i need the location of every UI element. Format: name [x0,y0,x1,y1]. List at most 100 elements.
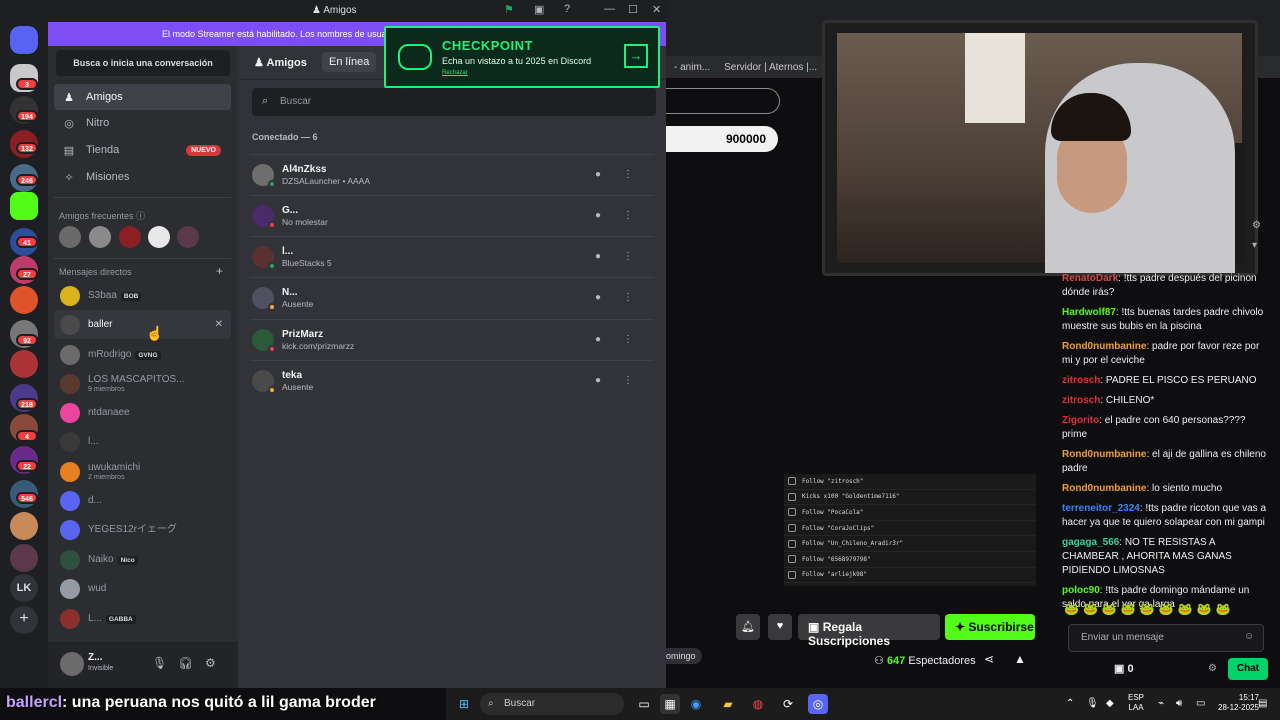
message-icon[interactable]: ● [588,247,608,267]
network-icon[interactable]: ⌁ [1158,698,1164,709]
more-icon[interactable]: ⋮ [618,371,638,391]
category-tag[interactable]: omingo [660,648,702,664]
game-input-pill[interactable] [666,88,780,114]
message-icon[interactable]: ● [588,371,608,391]
minimize-button[interactable]: — [604,3,615,15]
language-indicator[interactable]: ESP LAA [1128,693,1144,713]
follow-heart-button[interactable]: ♥ [768,614,792,640]
clock[interactable]: 15:17 28-12-2025 [1218,693,1259,713]
emote-row[interactable]: 🐸 🐸 🐸 🐸 🐸 🐸 🐸 🐸 🐸 [1064,602,1278,620]
arrow-right-icon[interactable]: → [624,44,648,68]
frequent-friend-avatar[interactable] [59,226,81,248]
battery-icon[interactable]: ▭ [1196,698,1205,709]
maximize-button[interactable]: ☐ [628,3,638,16]
gear-icon[interactable]: ⚙ [205,656,216,670]
chat-input[interactable]: Enviar un mensaje [1068,624,1264,652]
emote-icon[interactable]: 🐸 [1083,602,1098,620]
dm-search-button[interactable]: Busca o inicia una conversación [56,50,230,76]
volume-icon[interactable]: 🔊︎ [1176,698,1182,709]
notifications-bell-button[interactable]: 🔔︎ [736,614,760,640]
task-view-icon[interactable]: ▭ [634,694,654,714]
headphones-icon[interactable]: 🎧︎ [178,656,193,670]
subscribe-button[interactable]: ✦ Suscribirse [945,614,1035,640]
friend-row[interactable]: teka Ausente ● ⋮ [250,360,654,401]
dm-item[interactable]: LOS MASCAPITOS... 9 miembros [54,369,231,398]
dm-item[interactable]: S3baa BOB [54,281,231,310]
app-icon[interactable]: ▦ [660,694,680,714]
gift-subs-button[interactable]: ▣ Regala Suscripciones [798,614,940,648]
nav-shop[interactable]: ▤ Tienda NUEVO [54,137,231,163]
server-icon[interactable] [10,350,38,378]
screen-icon[interactable]: ▣ [534,3,544,16]
more-icon[interactable]: ⋮ [618,288,638,308]
server-folder-lk[interactable]: LK [10,574,38,602]
chrome-icon[interactable]: ◍ [748,694,768,714]
emote-icon[interactable]: 🐸 [1140,602,1155,620]
notification-icon[interactable]: ▤ [1258,698,1267,709]
frequent-friend-avatar[interactable] [177,226,199,248]
chat-settings-icon[interactable]: ⚙ [1252,220,1266,234]
server-icon[interactable] [10,512,38,540]
nav-nitro[interactable]: ◎ Nitro [54,110,231,136]
friend-row[interactable]: PrizMarz kick.com/prizmarzz ● ⋮ [250,319,654,360]
nav-friends[interactable]: ♟ Amigos [54,84,231,110]
edge-icon[interactable]: ◉ [686,694,706,714]
taskbar-search[interactable]: Buscar [480,693,624,715]
emoji-icon[interactable]: ☺ [1244,631,1254,642]
dm-item[interactable]: L... GABBA [54,604,231,633]
emote-icon[interactable]: 🐸 [1216,602,1231,620]
chat-send-button[interactable]: Chat [1228,658,1268,680]
emote-icon[interactable]: 🐸 [1197,602,1212,620]
report-icon[interactable]: ▲ [1014,652,1026,666]
checkpoint-dismiss-link[interactable]: Rechazar [442,70,468,76]
more-icon[interactable]: ⋮ [618,206,638,226]
more-icon[interactable]: ⋮ [618,330,638,350]
server-icon[interactable] [10,544,38,572]
dm-item[interactable]: l... [54,427,231,456]
tab-online[interactable]: En línea [322,52,377,72]
emote-icon[interactable]: 🐸 [1102,602,1117,620]
add-server-button[interactable]: + [10,606,38,634]
more-icon[interactable]: ⋮ [618,165,638,185]
dm-item[interactable]: Naiko Nico [54,545,231,574]
folder-icon[interactable]: ▰ [718,694,738,714]
frequent-friend-avatar[interactable] [119,226,141,248]
share-icon[interactable]: ⋖ [984,652,994,666]
dm-item[interactable]: baller ✕ [54,310,231,339]
close-icon[interactable]: ✕ [215,319,223,330]
close-button[interactable]: ✕ [652,3,661,16]
windows-start-icon[interactable]: ⊞ [454,694,474,714]
app-icon[interactable]: ⟳ [778,694,798,714]
dm-item[interactable]: wud [54,574,231,603]
discord-taskbar-icon[interactable]: ◎ [808,694,828,714]
friend-row[interactable]: Al4nZkss DZSALauncher • AAAA ● ⋮ [250,154,654,195]
microphone-icon[interactable]: 🎙︎ [152,656,167,670]
message-icon[interactable]: ● [588,206,608,226]
dm-item[interactable]: YEGES12rイェーグ [54,515,231,544]
more-icon[interactable]: ⋮ [618,247,638,267]
kick-server-icon[interactable] [10,192,38,220]
chat-settings-gear-icon[interactable]: ⚙ [1208,663,1217,674]
chevron-up-icon[interactable]: ⌃ [1066,698,1074,709]
bookmark-item[interactable]: Servidor | Aternos |... [724,62,817,73]
frequent-friend-avatar[interactable] [89,226,111,248]
emote-icon[interactable]: 🐸 [1159,602,1174,620]
server-icon[interactable] [10,286,38,314]
message-icon[interactable]: ● [588,330,608,350]
friend-row[interactable]: G... No molestar ● ⋮ [250,195,654,236]
flag-icon[interactable]: ⚑ [504,3,514,16]
message-icon[interactable]: ● [588,288,608,308]
microphone-icon[interactable]: 🎙︎ [1086,698,1099,709]
friend-row[interactable]: N... Ausente ● ⋮ [250,277,654,318]
checkpoint-promo[interactable]: CHECKPOINT Echa un vistazo a tu 2025 en … [384,26,660,88]
friends-search-input[interactable]: Buscar [252,88,656,116]
nav-quests[interactable]: ✧ Misiones [54,164,231,190]
avatar[interactable] [60,652,84,676]
message-icon[interactable]: ● [588,165,608,185]
frequent-friend-avatar[interactable] [148,226,170,248]
friend-row[interactable]: l... BlueStacks 5 ● ⋮ [250,236,654,277]
dm-item[interactable]: uwukamichi 2 miembros [54,457,231,486]
diamond-icon[interactable]: ◆ [1106,698,1114,709]
emote-icon[interactable]: 🐸 [1178,602,1193,620]
dm-item[interactable]: ntdanaee [54,398,231,427]
